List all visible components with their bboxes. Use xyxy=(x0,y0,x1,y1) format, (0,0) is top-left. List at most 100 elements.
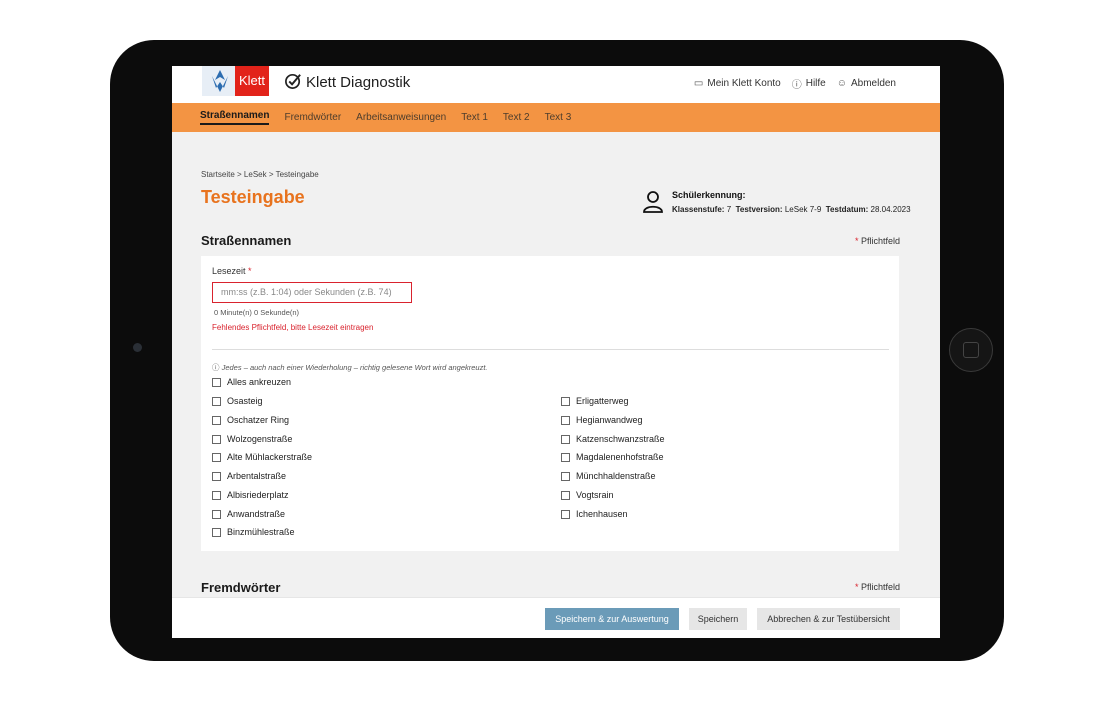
testdatum-label: Testdatum: xyxy=(825,205,869,214)
app-screen: Klett Klett Diagnostik ▭ Mein Klett Konto… xyxy=(172,66,940,638)
required-label-2: Pflichtfeld xyxy=(860,582,900,592)
word-checkbox[interactable]: Wolzogenstraße xyxy=(212,434,292,444)
word-label: Vogtsrain xyxy=(576,490,614,500)
word-checkbox[interactable]: Vogtsrain xyxy=(561,490,614,500)
nav-help-label: Hilfe xyxy=(805,78,826,89)
word-checkbox[interactable]: Binzmühlestraße xyxy=(212,527,295,537)
nav-logout-label: Abmelden xyxy=(850,78,896,89)
checkbox[interactable] xyxy=(212,490,221,500)
section-title-strassennamen: Straßennamen xyxy=(201,233,292,248)
word-checkbox[interactable]: Erligatterweg xyxy=(561,396,629,406)
help-icon: ⓘ xyxy=(791,80,802,91)
word-label: Alte Mühlackerstraße xyxy=(227,452,313,462)
word-label: Erligatterweg xyxy=(576,396,629,406)
page-title: Testeingabe xyxy=(201,187,305,207)
section-title-fremdwoerter: Fremdwörter xyxy=(201,580,281,595)
checkbox[interactable] xyxy=(561,471,570,481)
select-all-checkbox[interactable]: Alles ankreuzen xyxy=(212,377,291,387)
camera-dot xyxy=(133,343,142,352)
tab-arbeitsanweisungen[interactable]: Arbeitsanweisungen xyxy=(356,112,446,123)
word-checkbox[interactable]: Magdalenenhofstraße xyxy=(561,452,664,462)
checkbox[interactable] xyxy=(561,434,570,444)
tab-text-1[interactable]: Text 1 xyxy=(461,112,488,123)
top-nav: ▭ Mein Klett Konto ⓘ Hilfe ☺ Abmelden xyxy=(694,76,896,91)
checkbox[interactable] xyxy=(212,452,221,462)
word-checkbox[interactable]: Anwandstraße xyxy=(212,509,285,519)
checkbox[interactable] xyxy=(561,509,570,519)
tab-strassennamen[interactable]: Straßennamen xyxy=(200,110,270,125)
breadcrumb: Startseite > LeSek > Testeingabe xyxy=(201,170,319,179)
word-checkbox[interactable]: Arbentalstraße xyxy=(212,471,286,481)
required-label: Pflichtfeld xyxy=(860,236,900,246)
word-label: Oschatzer Ring xyxy=(227,415,290,425)
breadcrumb-home[interactable]: Startseite xyxy=(201,170,235,179)
tab-bar: Straßennamen Fremdwörter Arbeitsanweisun… xyxy=(172,103,940,132)
word-checkbox[interactable]: Albisriederplatz xyxy=(212,490,289,500)
testdatum-value: 28.04.2023 xyxy=(870,205,911,214)
nav-account[interactable]: ▭ Mein Klett Konto xyxy=(694,76,781,91)
tab-text-3[interactable]: Text 3 xyxy=(545,112,572,123)
tab-fremdwoerter[interactable]: Fremdwörter xyxy=(284,112,341,123)
word-checkbox[interactable]: Osasteig xyxy=(212,396,263,406)
save-button[interactable]: Speichern xyxy=(689,608,747,630)
word-label: Münchhaldenstraße xyxy=(576,471,656,481)
word-label: Ichenhausen xyxy=(576,509,628,519)
word-label: Magdalenenhofstraße xyxy=(576,452,664,462)
required-note: * Pflichtfeld xyxy=(854,236,900,246)
word-label: Albisriederplatz xyxy=(227,490,289,500)
lesezeit-error: Fehlendes Pflichtfeld, bitte Lesezeit ei… xyxy=(212,323,374,332)
cancel-button[interactable]: Abbrechen & zur Testübersicht xyxy=(757,608,900,630)
app-title: Klett Diagnostik xyxy=(306,74,411,91)
nav-account-label: Mein Klett Konto xyxy=(707,78,781,89)
checkbox[interactable] xyxy=(212,396,221,406)
word-label: Anwandstraße xyxy=(227,509,286,519)
save-and-evaluate-button[interactable]: Speichern & zur Auswertung xyxy=(545,608,679,630)
word-checkbox[interactable]: Alte Mühlackerstraße xyxy=(212,452,312,462)
check-circle-icon xyxy=(284,71,303,96)
word-checkbox[interactable]: Hegianwandweg xyxy=(561,415,643,425)
info-icon: ⓘ xyxy=(212,363,220,372)
testversion-label: Testversion: xyxy=(735,205,783,214)
student-meta: Klassenstufe: 7 Testversion: LeSek 7-9 T… xyxy=(672,205,911,214)
klassenstufe-value: 7 xyxy=(726,205,732,214)
word-label: Wolzogenstraße xyxy=(227,434,293,444)
strassennamen-card: Lesezeit * mm:ss (z.B. 1:04) oder Sekund… xyxy=(201,256,899,551)
divider xyxy=(212,349,889,350)
footer-action-bar: Speichern & zur Auswertung Speichern Abb… xyxy=(172,597,940,638)
checkbox[interactable] xyxy=(561,415,570,425)
word-checkbox[interactable]: Münchhaldenstraße xyxy=(561,471,656,481)
klett-logo-text[interactable]: Klett xyxy=(235,66,269,96)
home-button xyxy=(949,328,993,372)
select-all-label: Alles ankreuzen xyxy=(227,377,292,387)
checkbox[interactable] xyxy=(561,452,570,462)
breadcrumb-current: Testeingabe xyxy=(275,170,319,179)
word-checkbox[interactable]: Ichenhausen xyxy=(561,509,628,519)
word-checkbox[interactable]: Katzenschwanzstraße xyxy=(561,434,665,444)
lesezeit-label-text: Lesezeit xyxy=(212,266,246,276)
checkbox[interactable] xyxy=(212,415,221,425)
nav-help[interactable]: ⓘ Hilfe xyxy=(792,76,826,91)
checkbox[interactable] xyxy=(212,377,221,387)
klassenstufe-label: Klassenstufe: xyxy=(672,205,725,214)
word-label: Katzenschwanzstraße xyxy=(576,434,665,444)
user-icon: ☺ xyxy=(836,78,847,89)
checkbox[interactable] xyxy=(561,396,570,406)
word-checkbox[interactable]: Oschatzer Ring xyxy=(212,415,289,425)
required-note-2: * Pflichtfeld xyxy=(854,582,900,592)
word-label: Binzmühlestraße xyxy=(227,527,295,537)
breadcrumb-lesek[interactable]: LeSek xyxy=(244,170,267,179)
checkbox[interactable] xyxy=(212,509,221,519)
checkbox[interactable] xyxy=(212,527,221,537)
tab-text-2[interactable]: Text 2 xyxy=(503,112,530,123)
top-bar: Klett Klett Diagnostik ▭ Mein Klett Konto… xyxy=(172,66,940,103)
klett-logo-icon[interactable] xyxy=(202,66,238,96)
checkbox[interactable] xyxy=(212,434,221,444)
info-text: Jedes – auch nach einer Wiederholung – r… xyxy=(221,363,488,372)
lesezeit-input[interactable]: mm:ss (z.B. 1:04) oder Sekunden (z.B. 74… xyxy=(212,282,412,303)
checkbox[interactable] xyxy=(561,490,570,500)
word-label: Osasteig xyxy=(227,396,263,406)
checkbox[interactable] xyxy=(212,471,221,481)
word-label: Hegianwandweg xyxy=(576,415,643,425)
nav-logout[interactable]: ☺ Abmelden xyxy=(837,76,896,91)
testversion-value: LeSek 7-9 xyxy=(784,205,822,214)
